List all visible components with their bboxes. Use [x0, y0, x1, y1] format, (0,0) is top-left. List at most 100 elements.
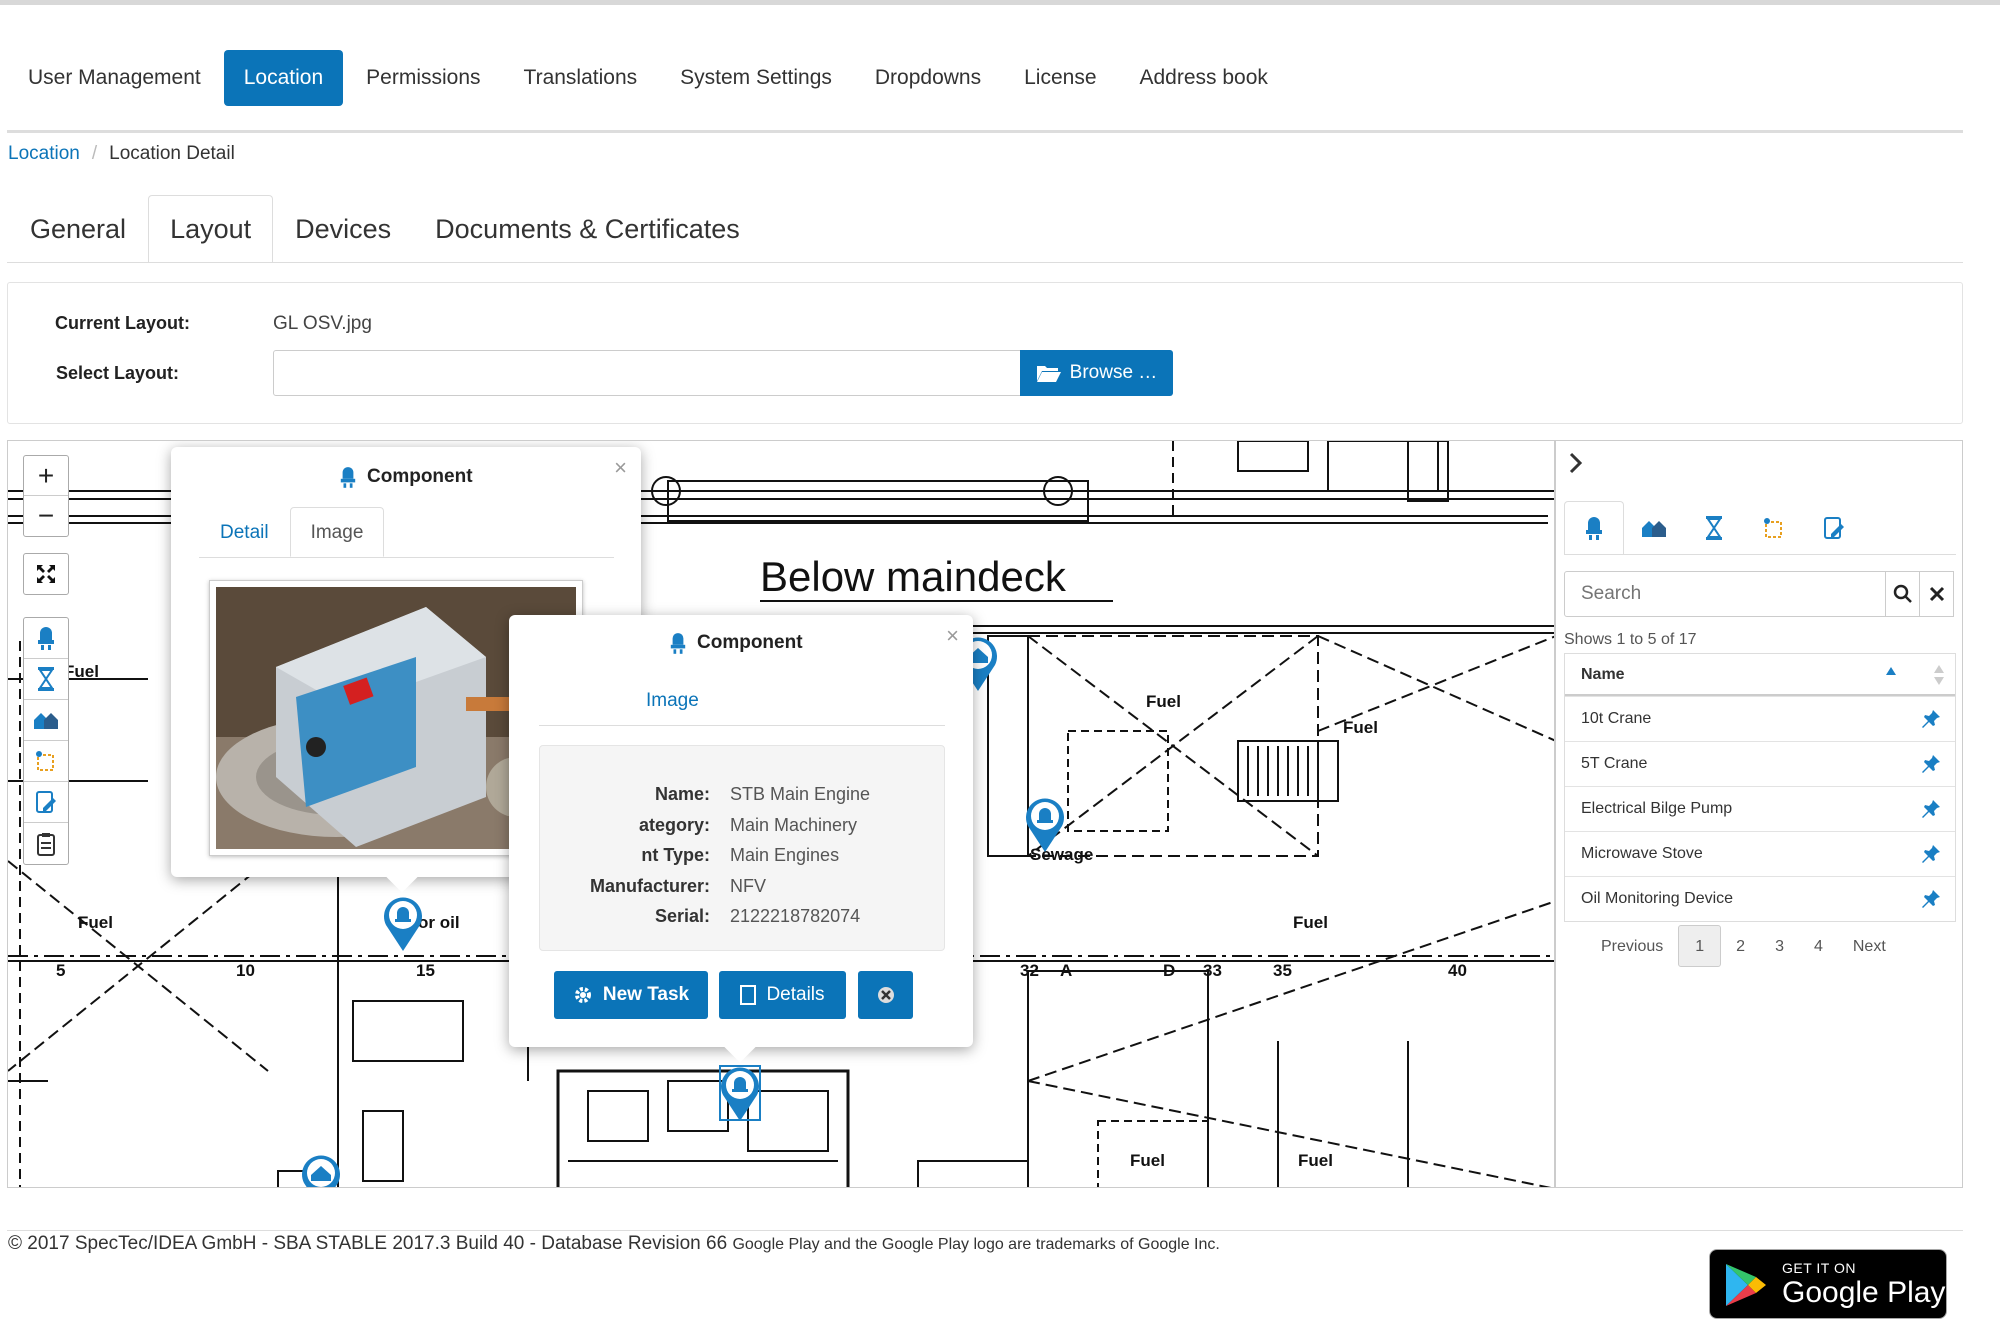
component-filter-button[interactable]	[24, 618, 68, 659]
list-item-name: 5T Crane	[1581, 755, 1648, 772]
search-icon	[1893, 584, 1912, 603]
nav-license[interactable]: License	[1004, 50, 1116, 106]
component-side-panel: Shows 1 to 5 of 17 Name 10t Crane 5T Cra…	[1555, 440, 1963, 1188]
area-icon	[36, 751, 54, 771]
popup-tab-detail[interactable]: Detail	[199, 507, 290, 557]
new-task-button[interactable]: New Task	[554, 971, 708, 1019]
detail-value: 2122218782074	[730, 906, 861, 926]
layout-map[interactable]: Below maindeck Fuel Fuel Fuel Fuel Fuel …	[7, 440, 1555, 1188]
detail-tabs: General Layout Devices Documents & Certi…	[8, 195, 762, 263]
component-map-pin[interactable]	[382, 895, 424, 951]
pushpin-icon[interactable]	[1921, 844, 1941, 864]
pagination-next[interactable]: Next	[1838, 925, 1901, 967]
frame-number: 5	[56, 961, 65, 980]
search-input[interactable]	[1564, 571, 1886, 617]
side-tab-tasks[interactable]	[1684, 501, 1744, 555]
details-button[interactable]: Details	[719, 971, 846, 1019]
side-tab-components[interactable]	[1564, 501, 1624, 555]
detail-key: Name:	[654, 784, 710, 804]
pushpin-icon[interactable]	[1921, 754, 1941, 774]
nav-system-settings[interactable]: System Settings	[660, 50, 852, 106]
tab-documents-certificates[interactable]: Documents & Certificates	[413, 195, 762, 263]
close-popup-button[interactable]: ×	[946, 623, 959, 649]
list-header[interactable]: Name	[1565, 654, 1955, 696]
nav-translations[interactable]: Translations	[504, 50, 658, 106]
list-item[interactable]: 10t Crane	[1565, 696, 1955, 741]
popup-tabs: Detail Image	[199, 507, 385, 557]
location-map-pin[interactable]	[300, 1153, 342, 1188]
detail-value: NFV	[730, 876, 766, 896]
side-tab-locations[interactable]	[1624, 501, 1684, 555]
pagination-page-1[interactable]: 1	[1678, 925, 1722, 967]
pagination-page-4[interactable]: 4	[1799, 925, 1838, 967]
side-tab-checklists[interactable]	[1804, 501, 1864, 555]
nav-location[interactable]: Location	[223, 50, 344, 106]
hourglass-filter-button[interactable]	[24, 659, 68, 700]
footer-trademark: Google Play and the Google Play logo are…	[732, 1236, 1220, 1253]
top-border	[0, 0, 2000, 5]
tab-devices[interactable]: Devices	[273, 195, 413, 263]
google-play-badge[interactable]: GET IT ON Google Play	[1709, 1249, 1947, 1319]
detail-key: Serial:	[654, 906, 710, 926]
fuel-label: Fuel	[78, 913, 113, 932]
breadcrumb-separator: /	[91, 143, 98, 164]
pushpin-icon[interactable]	[1921, 889, 1941, 909]
breadcrumb-location-link[interactable]: Location	[8, 143, 80, 165]
nav-address-book[interactable]: Address book	[1120, 50, 1288, 106]
selected-component-pin[interactable]	[719, 1065, 761, 1121]
popup-title: Component	[669, 631, 803, 655]
pushpin-icon[interactable]	[1921, 799, 1941, 819]
fit-view-button[interactable]	[24, 554, 68, 594]
side-panel-tabs	[1564, 501, 1864, 555]
component-map-pin[interactable]	[1024, 796, 1066, 852]
list-item[interactable]: Microwave Stove	[1565, 831, 1955, 876]
popup-tab-image[interactable]: Image	[625, 675, 720, 725]
side-tab-areas[interactable]	[1744, 501, 1804, 555]
remove-button[interactable]	[858, 971, 913, 1019]
zoom-out-button[interactable]: −	[24, 496, 68, 536]
zoom-in-button[interactable]: +	[24, 456, 68, 496]
list-item[interactable]: Electrical Bilge Pump	[1565, 786, 1955, 831]
layout-file-field[interactable]	[273, 350, 1028, 396]
nav-user-management[interactable]: User Management	[8, 50, 221, 106]
tab-layout[interactable]: Layout	[148, 195, 274, 263]
name-column-header: Name	[1581, 666, 1625, 683]
breadcrumb-current: Location Detail	[109, 143, 235, 164]
pagination-page-2[interactable]: 2	[1721, 925, 1760, 967]
pagination-previous[interactable]: Previous	[1586, 925, 1678, 967]
popup-tab-image[interactable]: Image	[289, 507, 385, 557]
detail-row-category: ategory: Main Machinery	[540, 815, 946, 845]
checklist-filter-button[interactable]	[24, 782, 68, 823]
component-icon	[340, 467, 356, 488]
search-button[interactable]	[1885, 571, 1920, 617]
detail-row-name: Name: STB Main Engine	[540, 784, 946, 814]
expand-icon	[37, 565, 55, 583]
list-item[interactable]: Oil Monitoring Device	[1565, 876, 1955, 921]
edit-document-icon	[36, 791, 56, 813]
chevron-right-icon[interactable]	[1568, 451, 1584, 475]
component-icon	[1586, 517, 1602, 540]
area-filter-button[interactable]	[24, 741, 68, 782]
or-oil-label: or oil	[418, 913, 460, 932]
list-item-name: 10t Crane	[1581, 710, 1652, 727]
browse-button[interactable]: Browse …	[1020, 350, 1173, 396]
detail-row-manufacturer: Manufacturer: NFV	[540, 876, 946, 906]
plan-title: Below maindeck	[760, 553, 1067, 600]
badge-get-it-on: GET IT ON	[1782, 1260, 1856, 1276]
frame-number: 10	[236, 961, 255, 980]
pagination-page-3[interactable]: 3	[1760, 925, 1799, 967]
nav-dropdowns[interactable]: Dropdowns	[855, 50, 1001, 106]
clear-search-button[interactable]	[1919, 571, 1954, 617]
detail-key: nt Type:	[641, 845, 710, 865]
nav-permissions[interactable]: Permissions	[346, 50, 500, 106]
popup-tab-divider	[199, 557, 614, 558]
list-item-name: Oil Monitoring Device	[1581, 890, 1734, 907]
tab-general[interactable]: General	[8, 195, 148, 263]
pushpin-icon[interactable]	[1921, 709, 1941, 729]
detail-row-component-type: nt Type: Main Engines	[540, 845, 946, 875]
clipboard-filter-button[interactable]	[24, 823, 68, 864]
location-filter-button[interactable]	[24, 700, 68, 741]
popup-tab-divider	[539, 725, 945, 726]
list-item[interactable]: 5T Crane	[1565, 741, 1955, 786]
close-popup-button[interactable]: ×	[614, 455, 627, 481]
